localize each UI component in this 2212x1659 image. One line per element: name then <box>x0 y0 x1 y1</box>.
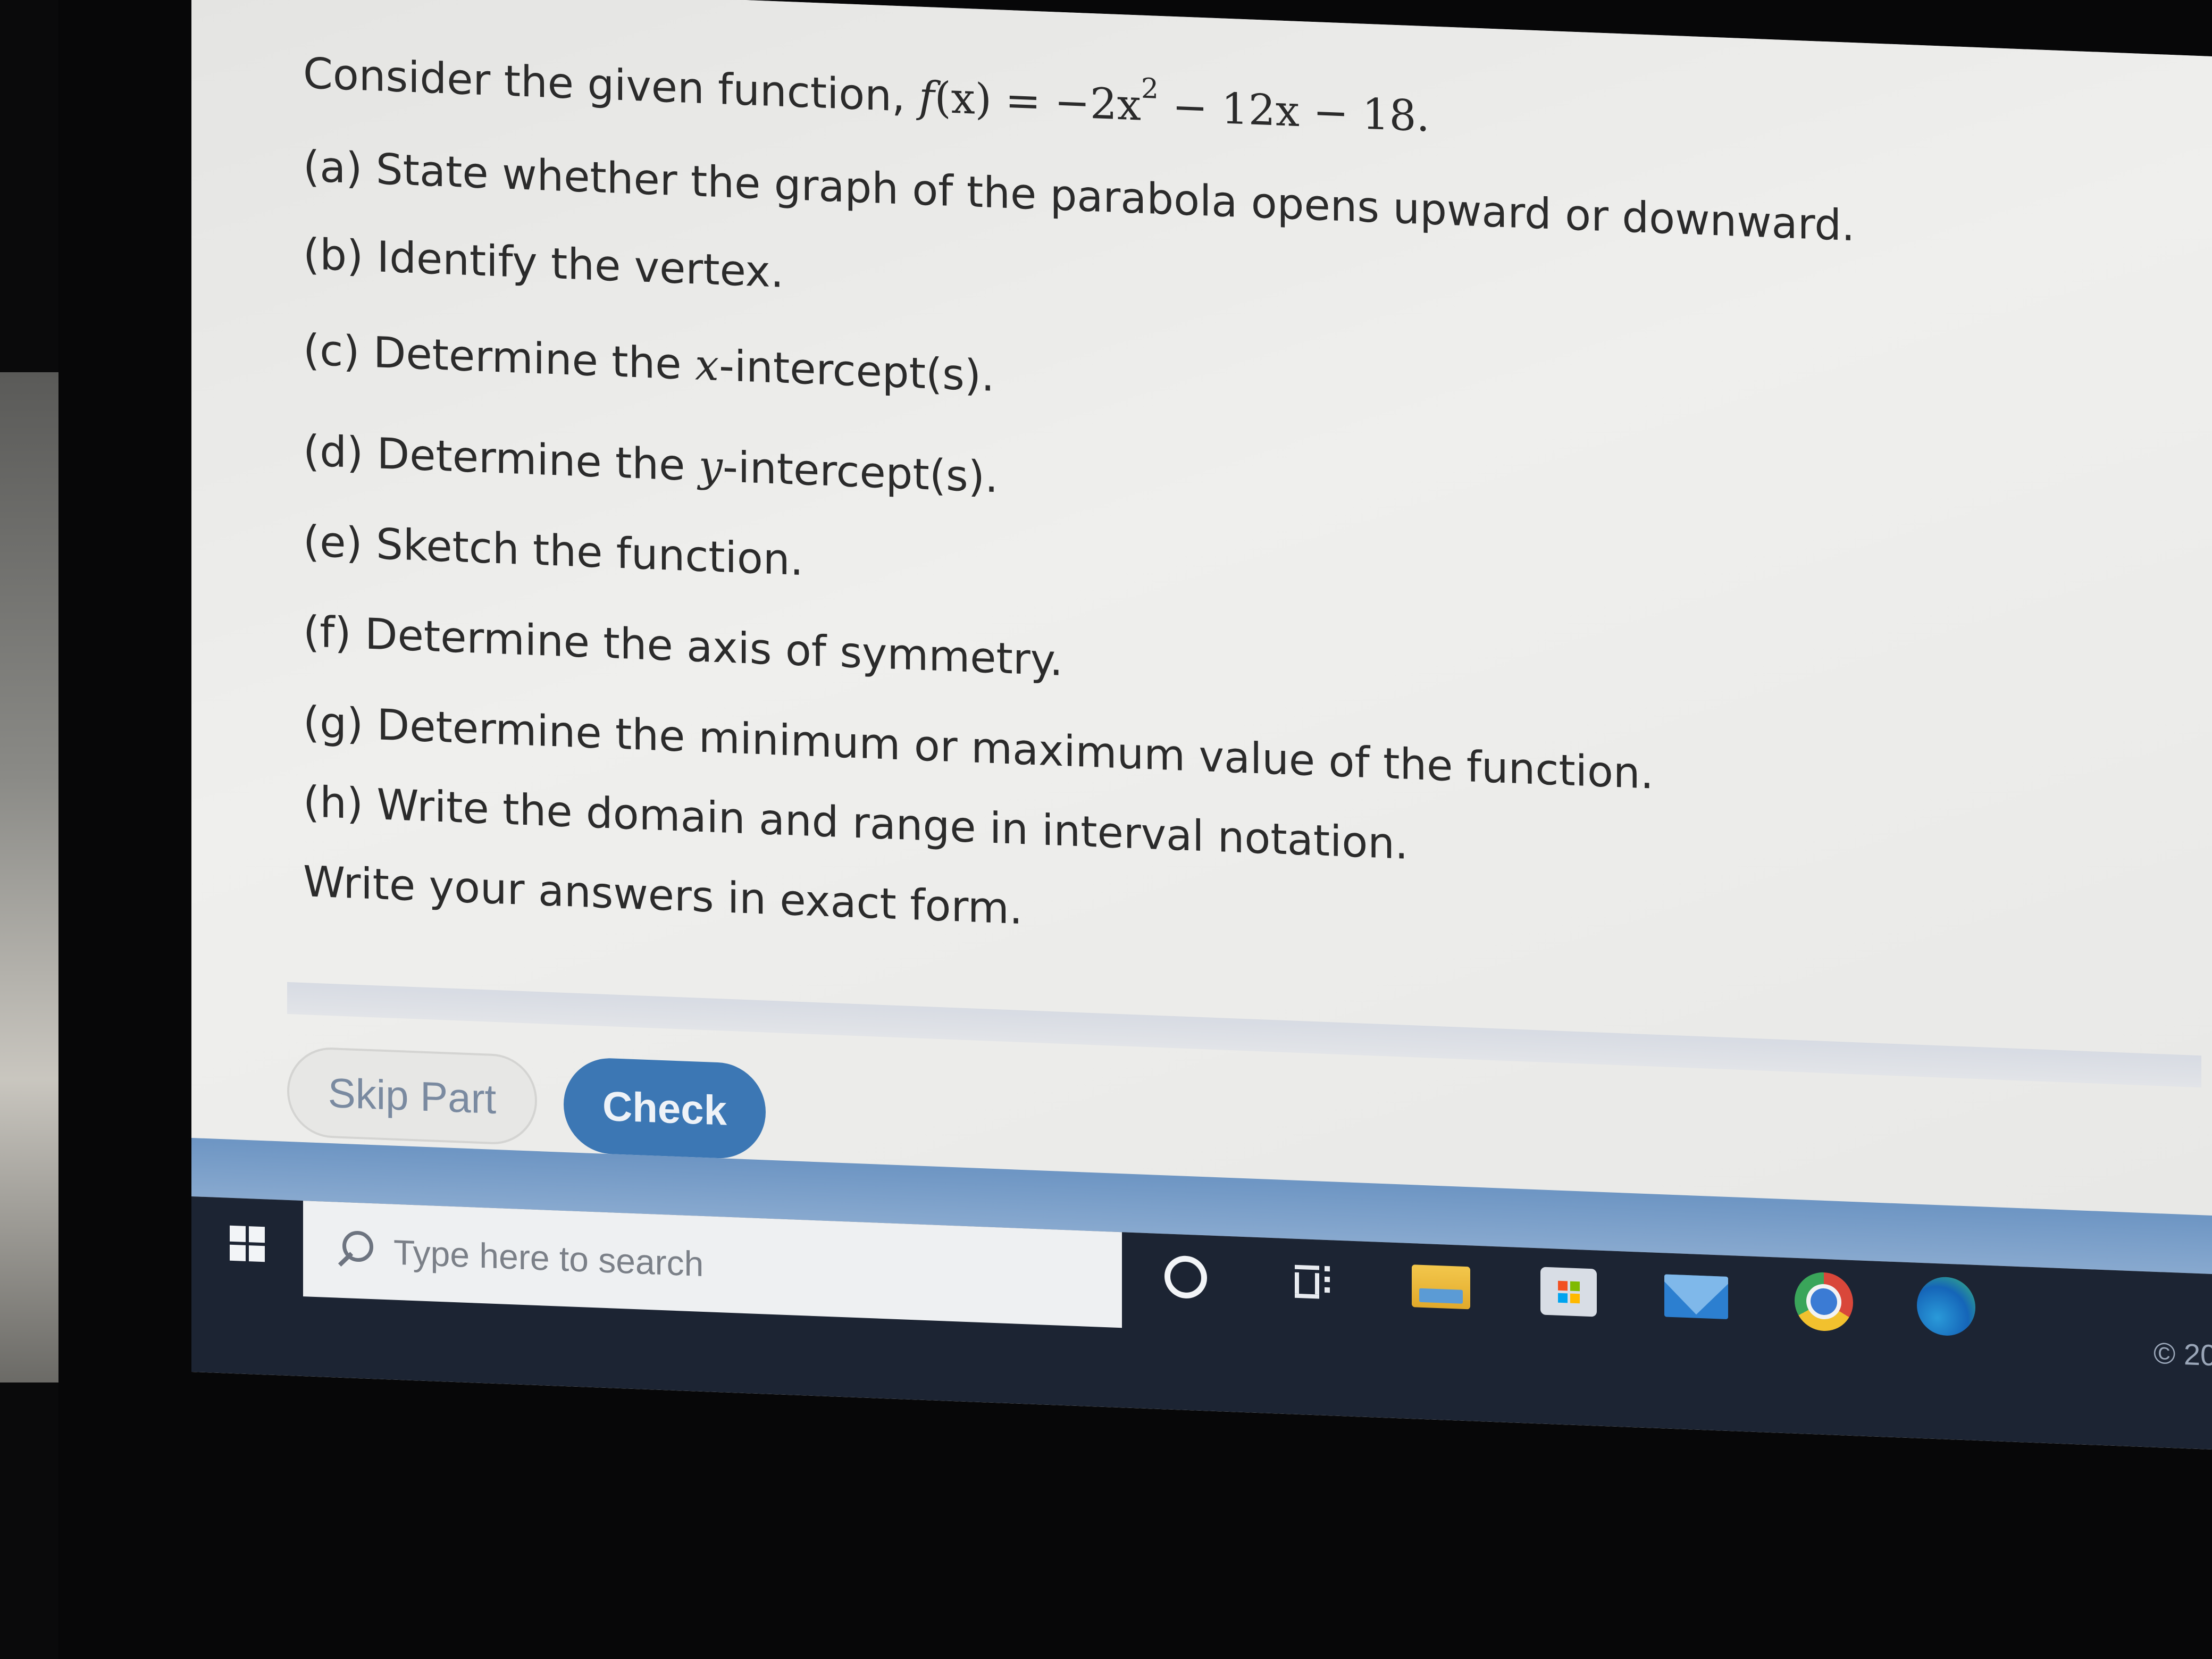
part-b: (b) Identify the vertex. <box>303 229 784 297</box>
question-body: Consider the given function, f(x) = −2x2… <box>303 48 2058 934</box>
check-button[interactable]: Check <box>564 1056 766 1160</box>
edge-icon[interactable] <box>1909 1268 1983 1345</box>
part-f: (f) Determine the axis of symmetry. <box>303 607 1063 685</box>
equation-rest: − 12x − 18. <box>1159 81 1430 141</box>
monitor-screen: Consider the given function, f(x) = −2x2… <box>191 0 2212 1451</box>
part-c: (c) Determine the x-intercept(s). <box>303 325 995 401</box>
question-panel: Consider the given function, f(x) = −2x2… <box>191 0 2212 1217</box>
mail-icon[interactable] <box>1659 1258 1733 1335</box>
microsoft-store-icon[interactable] <box>1531 1253 1606 1330</box>
exponent: 2 <box>1141 72 1159 105</box>
equation-lhs: = −2x <box>991 74 1141 130</box>
chrome-icon[interactable] <box>1787 1263 1861 1340</box>
photo-frame: Consider the given function, f(x) = −2x2… <box>0 0 2212 1659</box>
section-divider <box>287 982 2201 1088</box>
cortana-icon[interactable] <box>1149 1238 1223 1316</box>
windows-start-icon[interactable] <box>202 1197 292 1291</box>
part-h: (h) Write the domain and range in interv… <box>303 777 1409 869</box>
part-c-var: x <box>694 340 719 391</box>
search-icon <box>330 1226 378 1275</box>
part-e: (e) Sketch the function. <box>303 516 803 585</box>
part-c-pre: (c) Determine the <box>303 325 695 390</box>
part-d: (d) Determine the y-intercept(s). <box>303 426 999 502</box>
task-view-icon[interactable] <box>1276 1243 1351 1320</box>
function-var: (x) <box>934 72 992 124</box>
part-g: (g) Determine the minimum or maximum val… <box>303 697 1654 799</box>
function-name: f <box>918 72 935 122</box>
part-c-post: -intercept(s). <box>719 341 995 401</box>
intro-text: Consider the given function, <box>303 48 906 121</box>
system-tray-clock: © 20 <box>2154 1336 2212 1372</box>
background-stand <box>0 372 58 1382</box>
part-d-var: y <box>698 441 723 492</box>
part-a: (a) State whether the graph of the parab… <box>303 141 1855 251</box>
instruction-text: Write your answers in exact form. <box>303 857 1023 934</box>
skip-part-button[interactable]: Skip Part <box>287 1045 537 1146</box>
file-explorer-icon[interactable] <box>1404 1249 1478 1326</box>
part-d-post: -intercept(s). <box>722 442 999 502</box>
part-d-pre: (d) Determine the <box>303 426 699 491</box>
search-input[interactable]: Type here to search <box>393 1232 703 1284</box>
question-intro: Consider the given function, f(x) = −2x2… <box>303 48 1430 141</box>
